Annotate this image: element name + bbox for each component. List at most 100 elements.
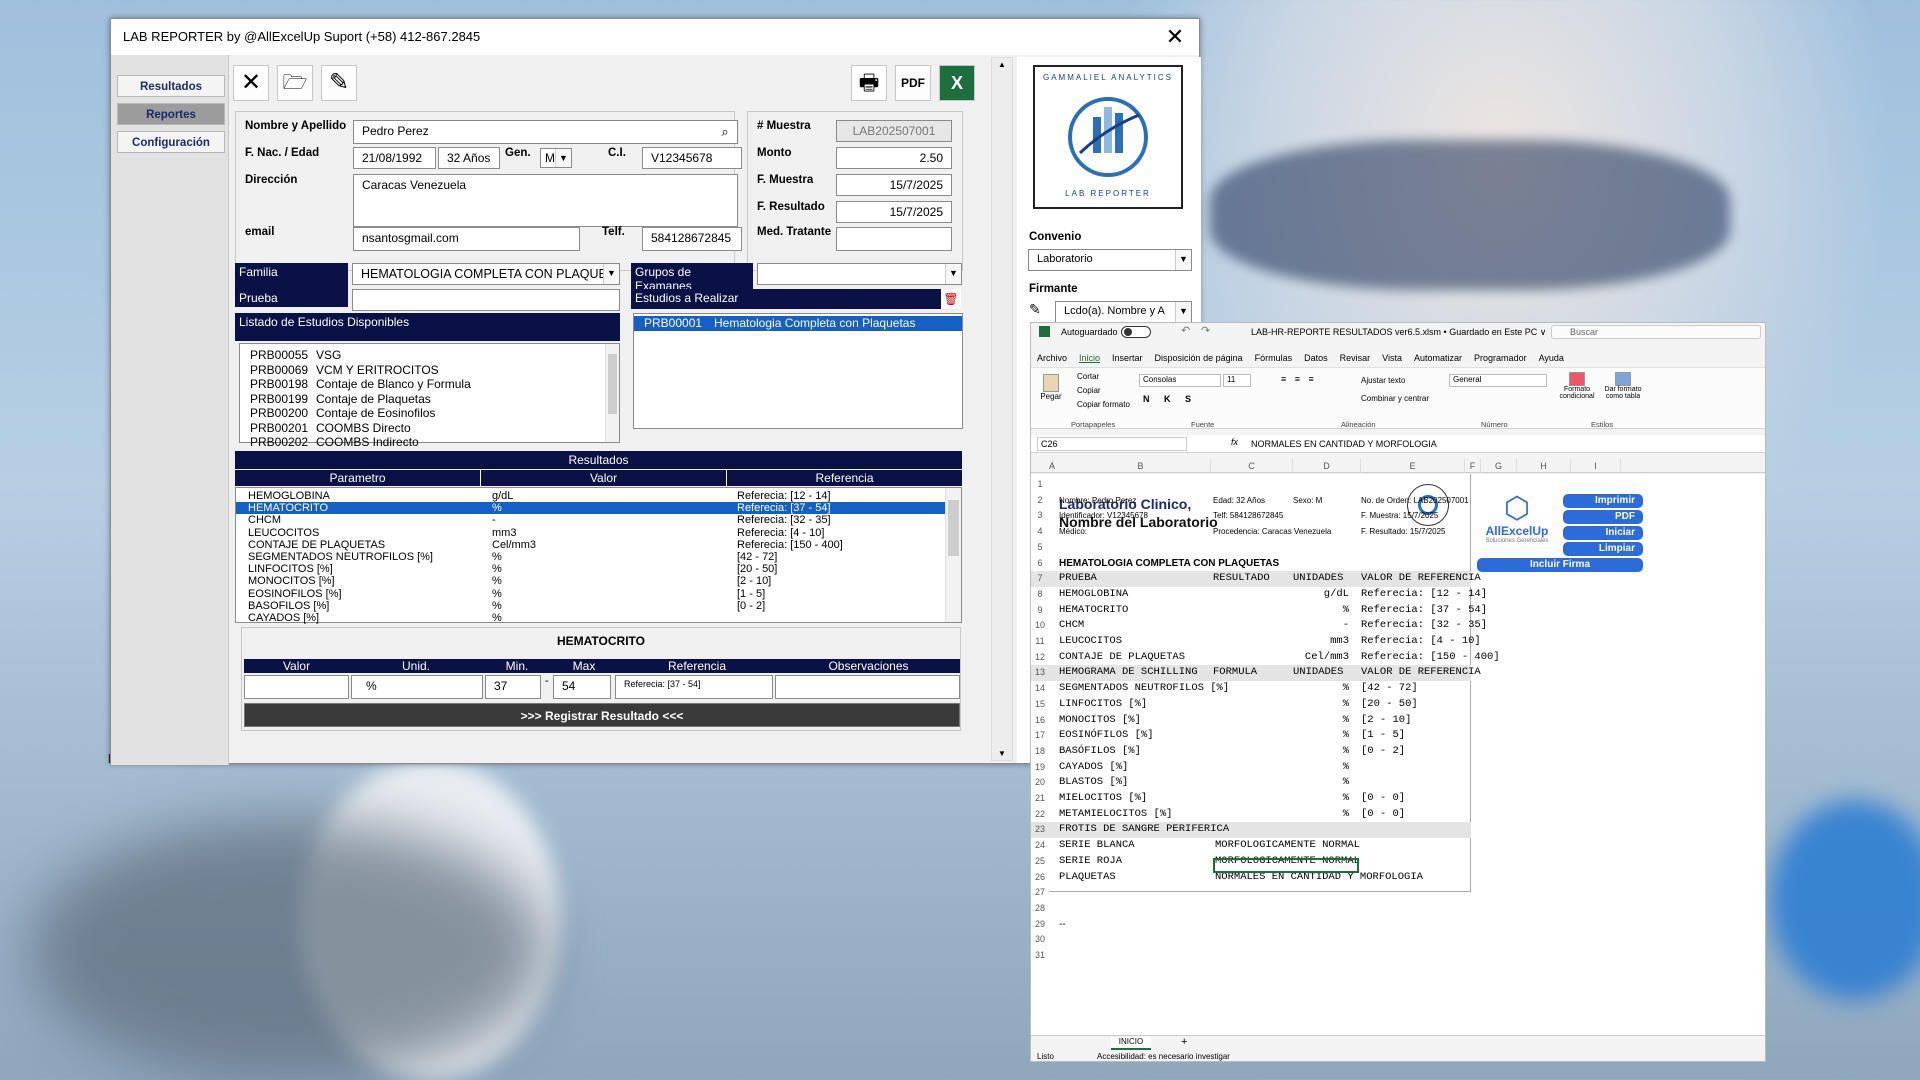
- menu-item-inicio[interactable]: Inicio: [1079, 353, 1100, 363]
- name-field[interactable]: Pedro Perez: [353, 120, 738, 144]
- format-table-button[interactable]: Dar formato como tabla: [1601, 372, 1645, 400]
- list-item[interactable]: PRB00201 COOMBS Directo: [240, 421, 619, 436]
- table-row[interactable]: CAYADOS [%]%: [236, 612, 961, 624]
- menu-item-vista[interactable]: Vista: [1382, 353, 1402, 363]
- excel-clear-button[interactable]: Limpiar: [1563, 542, 1643, 556]
- form-scrollbar[interactable]: ▲ ▼: [991, 57, 1013, 761]
- entry-unit-field[interactable]: %: [351, 675, 483, 699]
- table-row[interactable]: BASOFILOS [%]% [0 - 2]: [236, 600, 961, 612]
- list-item[interactable]: PRB00199 Contaje de Plaquetas: [240, 392, 619, 407]
- selected-studies-list[interactable]: PRB00001 Hematologia Completa con Plaquet…: [633, 313, 963, 429]
- selected-cell[interactable]: [1213, 858, 1359, 873]
- menu-item-datos[interactable]: Datos: [1304, 353, 1328, 363]
- copy-button[interactable]: Copiar: [1077, 386, 1101, 395]
- excel-signature-button[interactable]: Incluir Firma: [1477, 558, 1643, 572]
- table-row[interactable]: SEGMENTADOS NEUTROFILOS [%]% [42 - 72]: [236, 551, 961, 563]
- excel-search[interactable]: Buscar: [1551, 325, 1761, 339]
- cancel-button[interactable]: ✕: [233, 65, 269, 101]
- excel-pdf-button[interactable]: PDF: [1563, 510, 1643, 524]
- column-header[interactable]: B: [1071, 459, 1211, 473]
- table-row[interactable]: HEMOGLOBINA g/dL Referecia: [12 - 14]: [236, 490, 961, 502]
- close-icon[interactable]: ✕: [1161, 23, 1189, 51]
- entry-value-field[interactable]: [244, 675, 349, 699]
- amount-field[interactable]: 2.50: [836, 147, 952, 169]
- menu-item-automatizar[interactable]: Automatizar: [1414, 353, 1462, 363]
- list-item[interactable]: PRB00055 VSG: [240, 348, 619, 363]
- sample-date-field[interactable]: 15/7/2025: [836, 174, 952, 196]
- table-row[interactable]: CONTAJE DE PLAQUETAS Cel/mm3 Referecia: [1…: [236, 539, 961, 551]
- table-row[interactable]: MONOCITOS [%]% [2 - 10]: [236, 575, 961, 587]
- menu-item-programador[interactable]: Programador: [1474, 353, 1527, 363]
- sidebar-item-resultados[interactable]: Resultados: [117, 75, 225, 97]
- add-sheet-button[interactable]: +: [1181, 1036, 1187, 1048]
- table-row[interactable]: EOSINOFILOS [%]% [1 - 5]: [236, 588, 961, 600]
- edit-button[interactable]: ✎: [321, 65, 357, 101]
- menu-item-fórmulas[interactable]: Fórmulas: [1255, 353, 1293, 363]
- merge-center-button[interactable]: Combinar y centrar: [1361, 394, 1429, 403]
- name-box[interactable]: C26: [1037, 437, 1187, 451]
- column-header[interactable]: D: [1293, 459, 1361, 473]
- column-header[interactable]: G: [1481, 459, 1517, 473]
- address-field[interactable]: Caracas Venezuela: [353, 174, 738, 227]
- email-field[interactable]: nsantosgmail.com: [353, 227, 580, 251]
- pdf-button[interactable]: PDF: [895, 65, 931, 101]
- folder-button[interactable]: 🗁: [277, 65, 313, 101]
- phone-field[interactable]: 584128672845: [642, 227, 742, 251]
- undo-icon[interactable]: ↶: [1181, 324, 1190, 337]
- sidebar-item-reportes[interactable]: Reportes: [117, 103, 225, 125]
- excel-print-button[interactable]: Imprimir: [1563, 494, 1643, 508]
- list-item[interactable]: PRB00001 Hematologia Completa con Plaquet…: [634, 316, 962, 331]
- results-list[interactable]: HEMOGLOBINA g/dL Referecia: [12 - 14] HEMAT…: [235, 487, 962, 624]
- list-item[interactable]: PRB00200 Contaje de Eosinofilos: [240, 406, 619, 421]
- trash-icon[interactable]: 🗑: [941, 289, 961, 309]
- gen-select[interactable]: M ▼: [540, 148, 572, 168]
- table-row[interactable]: LEUCOCITOS mm3 Referecia: [4 - 10]: [236, 527, 961, 539]
- results-scrollbar[interactable]: [945, 488, 961, 622]
- autosave-toggle[interactable]: [1121, 326, 1151, 338]
- sidebar-item-configuracion[interactable]: Configuración: [117, 131, 225, 153]
- available-scrollbar[interactable]: [605, 344, 619, 442]
- table-row[interactable]: HEMATOCRITO% Referecia: [37 - 54]: [236, 502, 961, 515]
- accessibility-status[interactable]: Accesibilidad: es necesario investigar: [1097, 1052, 1230, 1061]
- doctor-field[interactable]: [836, 227, 952, 251]
- sheet-grid[interactable]: Laboratorio Clinico, Nombre del Laborato…: [1031, 474, 1765, 1035]
- column-header[interactable]: A: [1049, 459, 1055, 473]
- font-size-select[interactable]: 11: [1223, 374, 1251, 387]
- menu-item-ayuda[interactable]: Ayuda: [1539, 353, 1564, 363]
- familia-select[interactable]: HEMATOLOGIA COMPLETA CON PLAQUETAS ▼: [352, 263, 620, 285]
- grupos-select[interactable]: ▼: [757, 263, 962, 285]
- menu-item-revisar[interactable]: Revisar: [1340, 353, 1371, 363]
- result-date-field[interactable]: 15/7/2025: [836, 201, 952, 223]
- column-header[interactable]: I: [1571, 459, 1621, 473]
- list-item[interactable]: PRB00202 COOMBS Indirecto: [240, 435, 619, 450]
- column-header[interactable]: F: [1465, 459, 1481, 473]
- format-painter-button[interactable]: Copiar formato: [1077, 400, 1130, 409]
- menu-item-archivo[interactable]: Archivo: [1037, 353, 1067, 363]
- formula-field[interactable]: NORMALES EN CANTIDAD Y MORFOLOGIA: [1251, 439, 1437, 449]
- list-item[interactable]: PRB00198 Contaje de Blanco y Formula: [240, 377, 619, 392]
- dob-field[interactable]: 21/08/1992: [353, 147, 436, 169]
- wrap-text-button[interactable]: Ajustar texto: [1361, 376, 1405, 385]
- excel-button[interactable]: X: [939, 65, 975, 101]
- sheet-tab-inicio[interactable]: INICIO: [1111, 1037, 1151, 1050]
- ci-field[interactable]: V12345678: [642, 147, 742, 169]
- table-row[interactable]: LINFOCITOS [%]% [20 - 50]: [236, 563, 961, 575]
- font-style-icons[interactable]: N K S: [1143, 394, 1197, 404]
- entry-max-field[interactable]: 54: [553, 675, 611, 699]
- register-result-button[interactable]: >>> Registrar Resultado <<<: [244, 703, 960, 727]
- excel-start-button[interactable]: Iniciar: [1563, 526, 1643, 540]
- menu-item-disposición-de-página[interactable]: Disposición de página: [1155, 353, 1243, 363]
- redo-icon[interactable]: ↷: [1201, 324, 1210, 337]
- column-header[interactable]: C: [1211, 459, 1293, 473]
- search-icon[interactable]: ⌕: [714, 121, 736, 143]
- convenio-select[interactable]: Laboratorio ▼: [1028, 249, 1192, 271]
- column-header[interactable]: H: [1517, 459, 1571, 473]
- print-button[interactable]: 🖶: [851, 65, 887, 101]
- menu-item-insertar[interactable]: Insertar: [1112, 353, 1143, 363]
- table-row[interactable]: CHCM - Referecia: [32 - 35]: [236, 514, 961, 526]
- list-item[interactable]: PRB00069 VCM Y ERITROCITOS: [240, 363, 619, 378]
- entry-min-field[interactable]: 37: [485, 675, 541, 699]
- prueba-field[interactable]: [352, 289, 620, 311]
- font-select[interactable]: Consolas: [1139, 374, 1221, 387]
- conditional-format-button[interactable]: Formato condicional: [1557, 372, 1597, 400]
